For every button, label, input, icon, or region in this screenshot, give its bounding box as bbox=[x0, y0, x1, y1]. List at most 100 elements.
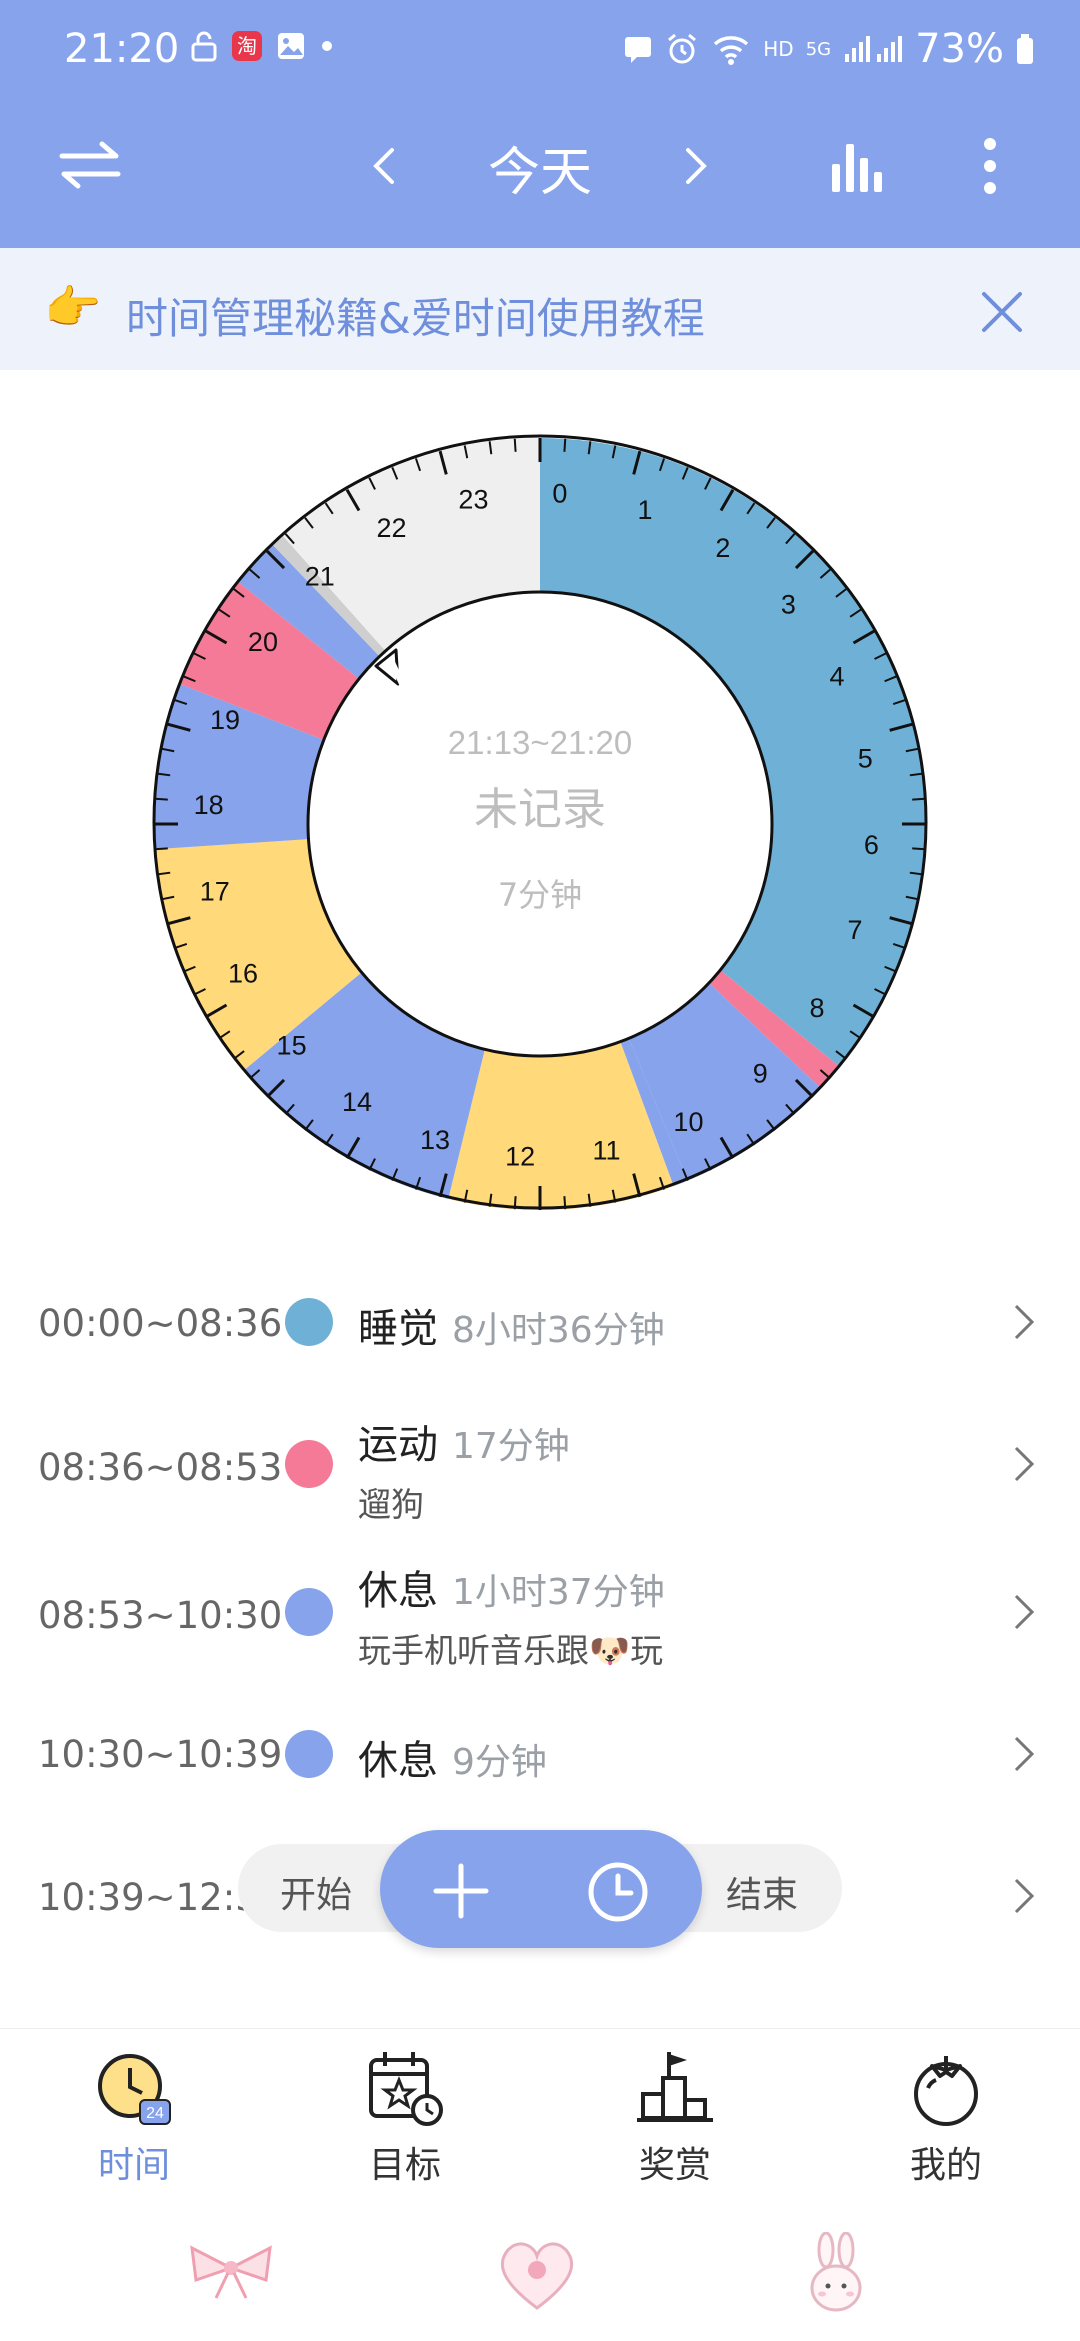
clock-hour-label: 1 bbox=[637, 495, 652, 525]
more-menu-icon[interactable] bbox=[980, 136, 1000, 196]
clock-hour-label: 20 bbox=[248, 627, 278, 657]
clock-tick bbox=[563, 438, 567, 452]
wifi-icon bbox=[714, 36, 749, 65]
nav-label: 目标 bbox=[368, 2145, 441, 2186]
clock-hour-label: 0 bbox=[552, 479, 567, 509]
add-record-button[interactable] bbox=[432, 1862, 490, 1920]
category-color-dot bbox=[285, 1298, 333, 1346]
clock-hour-label: 11 bbox=[593, 1135, 621, 1165]
status-time: 21:20 bbox=[64, 26, 180, 72]
record-4[interactable]: 休息 9分钟 bbox=[358, 1728, 547, 1786]
pointing-hand-icon: 👉 bbox=[44, 280, 102, 334]
category-color-dot bbox=[285, 1730, 333, 1778]
clock-tick bbox=[912, 847, 926, 851]
clock-hour-label: 3 bbox=[781, 590, 796, 620]
podium-flag-icon bbox=[637, 2052, 713, 2122]
unrecorded-duration: 7分钟 bbox=[498, 876, 582, 914]
stats-chart-icon[interactable] bbox=[830, 138, 886, 194]
calendar-goal-icon bbox=[369, 2052, 443, 2126]
chevron-right-icon[interactable] bbox=[1012, 1302, 1036, 1342]
clock-24-icon: 24 bbox=[98, 2054, 171, 2125]
heart-decoration-icon bbox=[500, 2242, 574, 2310]
clock-hour-label: 6 bbox=[864, 830, 879, 860]
next-day-button[interactable] bbox=[684, 146, 708, 186]
clock-hour-label: 13 bbox=[420, 1125, 450, 1155]
category-color-dot bbox=[285, 1588, 333, 1636]
nav-mine[interactable]: 我的 bbox=[846, 2048, 1046, 2188]
chevron-right-icon[interactable] bbox=[1012, 1444, 1036, 1484]
status-right: HD 5G 73% bbox=[623, 26, 1034, 72]
end-button[interactable]: 结束 bbox=[726, 1866, 798, 1918]
signal-icon bbox=[845, 36, 903, 62]
clock-hour-label: 15 bbox=[277, 1030, 307, 1060]
clock-hour-label: 19 bbox=[210, 705, 240, 735]
network-label: 5G bbox=[805, 38, 832, 60]
svg-text:24: 24 bbox=[146, 2105, 164, 2122]
clock-hour-label: 16 bbox=[228, 958, 258, 988]
nav-label: 时间 bbox=[97, 2145, 170, 2186]
unrecorded-range: 21:13~21:20 bbox=[448, 724, 632, 761]
unrecorded-label: 未记录 bbox=[474, 784, 606, 835]
clock-hour-label: 10 bbox=[673, 1107, 703, 1137]
clock-hour-label: 9 bbox=[753, 1058, 768, 1088]
chevron-right-icon[interactable] bbox=[1012, 1876, 1036, 1916]
record-time-4: 10:30~10:39 bbox=[38, 1733, 283, 1776]
chevron-right-icon[interactable] bbox=[1012, 1592, 1036, 1632]
clock-tick bbox=[154, 847, 168, 851]
clock-hour-label: 8 bbox=[810, 993, 825, 1023]
lock-icon bbox=[191, 31, 217, 62]
chevron-right-icon[interactable] bbox=[1012, 1734, 1036, 1774]
record-duration: 8小时36分钟 bbox=[452, 1310, 665, 1351]
clock-tick bbox=[513, 438, 517, 452]
record-time-1: 00:00~08:36 bbox=[38, 1302, 283, 1345]
clock-hour-label: 18 bbox=[194, 790, 224, 820]
clock-hour-label: 21 bbox=[305, 562, 335, 592]
record-note: 遛狗 bbox=[358, 1485, 424, 1524]
hd-label: HD bbox=[763, 37, 794, 61]
record-category: 睡觉 bbox=[358, 1306, 438, 1352]
nav-label: 我的 bbox=[909, 2145, 982, 2186]
status-notification-icons: 淘 bbox=[190, 30, 334, 62]
clock-hour-label: 5 bbox=[858, 743, 873, 773]
nav-label: 奖赏 bbox=[638, 2145, 711, 2186]
record-time-2: 08:36~08:53 bbox=[38, 1446, 283, 1489]
record-category: 休息 bbox=[358, 1738, 438, 1784]
nav-reward[interactable]: 奖赏 bbox=[575, 2048, 775, 2188]
battery-icon bbox=[1017, 34, 1033, 64]
clock-tick bbox=[154, 797, 168, 801]
record-duration: 9分钟 bbox=[452, 1742, 547, 1783]
message-icon bbox=[625, 37, 652, 63]
nav-time[interactable]: 24 时间 bbox=[34, 2048, 234, 2188]
tomato-icon bbox=[914, 2056, 978, 2126]
clock-hour-label: 2 bbox=[715, 533, 730, 563]
nav-goal[interactable]: 目标 bbox=[305, 2048, 505, 2188]
record-note: 玩手机听音乐跟🐶玩 bbox=[358, 1631, 664, 1670]
record-time-5: 10:39~12:5 bbox=[38, 1876, 259, 1919]
clock-hour-label: 7 bbox=[847, 915, 862, 945]
record-3[interactable]: 休息 1小时37分钟 bbox=[358, 1558, 665, 1616]
clock-tick bbox=[912, 797, 926, 801]
record-category: 运动 bbox=[358, 1422, 438, 1468]
ribbon-decoration-icon bbox=[190, 2245, 272, 2299]
timer-clock-button[interactable] bbox=[586, 1860, 650, 1924]
category-color-dot bbox=[285, 1440, 333, 1488]
clock-hour-label: 12 bbox=[505, 1141, 535, 1171]
gallery-icon bbox=[278, 33, 304, 59]
record-time-3: 08:53~10:30 bbox=[38, 1594, 283, 1637]
clock-hour-label: 14 bbox=[342, 1087, 372, 1117]
dot-indicator-icon bbox=[322, 41, 332, 51]
clock-hour-label: 22 bbox=[377, 513, 407, 543]
start-button[interactable]: 开始 bbox=[280, 1866, 352, 1918]
taobao-app-icon: 淘 bbox=[232, 31, 262, 61]
record-category: 休息 bbox=[358, 1568, 438, 1614]
fab-group bbox=[380, 1830, 702, 1948]
record-1[interactable]: 睡觉 8小时36分钟 bbox=[358, 1296, 665, 1354]
record-2[interactable]: 运动 17分钟 bbox=[358, 1412, 570, 1470]
record-duration: 17分钟 bbox=[452, 1426, 570, 1467]
clock-hour-label: 17 bbox=[200, 877, 230, 907]
battery-percent: 73% bbox=[915, 26, 1004, 72]
alarm-icon bbox=[668, 33, 697, 64]
day-clock-chart[interactable]: 01234567891011121314151617181920212223 2… bbox=[150, 432, 930, 1212]
close-banner-icon[interactable] bbox=[980, 290, 1024, 334]
tutorial-banner-text[interactable]: 时间管理秘籍&爱时间使用教程 bbox=[126, 285, 705, 346]
